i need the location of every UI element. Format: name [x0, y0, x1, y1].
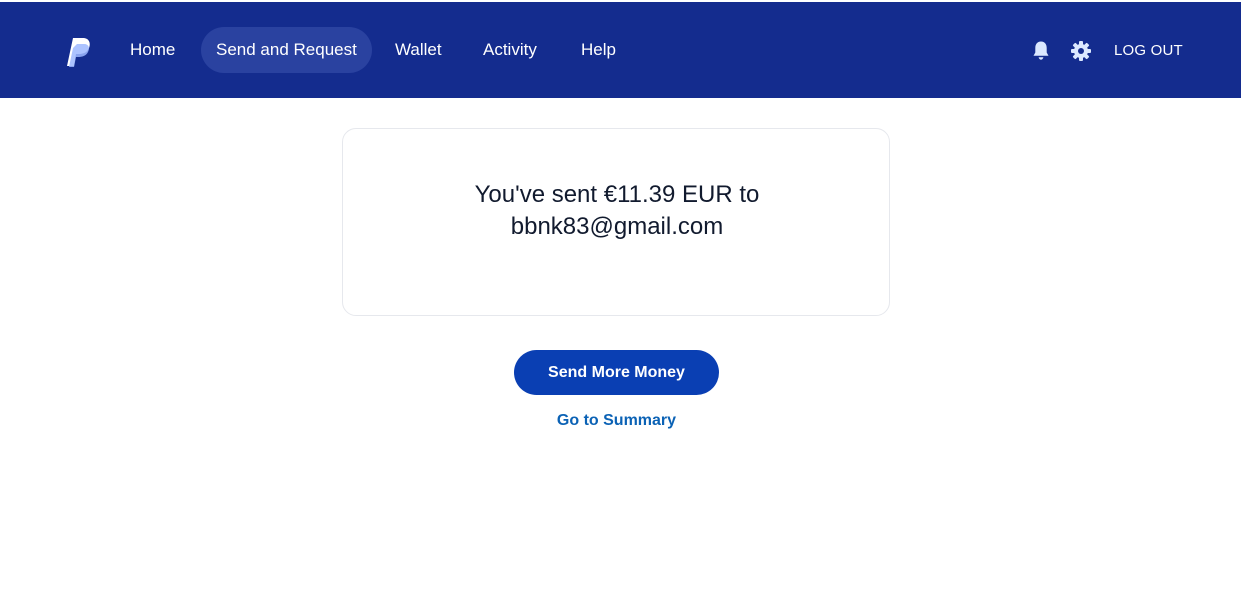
- bell-icon[interactable]: [1029, 39, 1053, 63]
- confirmation-line-amount: You've sent €11.39 EUR to: [474, 181, 760, 208]
- nav-activity[interactable]: Activity: [468, 27, 552, 73]
- nav-home[interactable]: Home: [115, 27, 190, 73]
- send-more-money-button[interactable]: Send More Money: [514, 350, 719, 395]
- page: Home Send and Request Wallet Activity He…: [0, 0, 1241, 593]
- nav-help[interactable]: Help: [566, 27, 631, 73]
- confirmation-card: You've sent €11.39 EUR to bbnk83@gmail.c…: [342, 128, 890, 316]
- top-navigation-bar: Home Send and Request Wallet Activity He…: [0, 2, 1241, 98]
- confirmation-line-recipient: bbnk83@gmail.com: [510, 213, 724, 240]
- paypal-logo-icon[interactable]: [64, 36, 92, 68]
- nav-wallet[interactable]: Wallet: [380, 27, 457, 73]
- nav-send-and-request[interactable]: Send and Request: [201, 27, 372, 73]
- gear-icon[interactable]: [1069, 39, 1093, 63]
- confirmation-message: You've sent €11.39 EUR to bbnk83@gmail.c…: [343, 179, 891, 243]
- logout-button[interactable]: LOG OUT: [1114, 40, 1183, 62]
- go-to-summary-link[interactable]: Go to Summary: [516, 410, 717, 432]
